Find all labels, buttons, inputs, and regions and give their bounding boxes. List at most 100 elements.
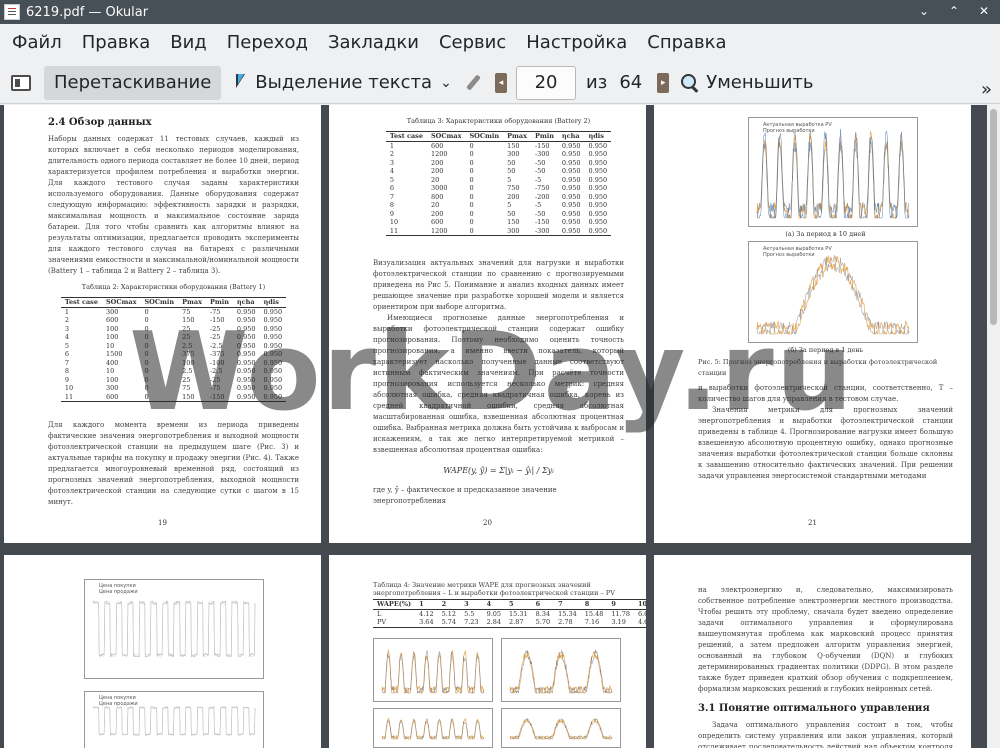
table-cell: 0: [144, 341, 149, 350]
table-cell: 7.16: [580, 618, 608, 628]
table-cell: 11: [385, 226, 427, 236]
menu-help[interactable]: Справка: [637, 24, 736, 62]
table-cell: 0.950: [588, 209, 608, 218]
table-cell: 0: [469, 158, 474, 167]
table-cell: 1: [64, 307, 69, 316]
menu-view[interactable]: Вид: [160, 24, 217, 62]
table-header: SOCmax: [426, 131, 466, 142]
table-header: 6: [531, 599, 555, 610]
table-cell: 6.64: [637, 609, 646, 618]
table-cell: 0: [469, 192, 474, 201]
table-cell: -150: [205, 392, 233, 402]
table-cell: -75: [209, 307, 221, 316]
table-cell: -50: [534, 158, 546, 167]
page-23[interactable]: Таблица 4: Значение метрики WAPE для про…: [329, 555, 646, 748]
table-row: 3 100 0 25 -25 0.950 0.950: [61, 325, 286, 334]
table-cell: -300: [530, 226, 558, 236]
legend-entry: Цена продажи: [99, 589, 138, 595]
page-20[interactable]: Таблица 3: Характеристики оборудования (…: [329, 105, 646, 543]
table-cell: 100: [182, 358, 195, 367]
table-cell: 0: [469, 209, 474, 218]
document-viewport[interactable]: 2.4 Обзор данных Наборы данных содержат …: [0, 105, 987, 748]
table-cell: 0.950: [263, 384, 283, 392]
table-row: L 4.12 5.12 5.5 9.05 15.31 8.34 15.34 15.48 11.78…: [373, 609, 646, 618]
menu-tools[interactable]: Сервис: [429, 24, 516, 62]
maximize-icon[interactable]: ⌃: [946, 3, 962, 19]
table-cell: 6: [64, 350, 69, 358]
table-cell: 200: [430, 209, 444, 218]
menu-settings[interactable]: Настройка: [516, 24, 637, 62]
close-icon[interactable]: ✕: [976, 3, 992, 19]
table-row: 4 100 0 25 -25 0.950 0.950: [61, 333, 286, 342]
table-cell: 600: [101, 392, 141, 402]
table-cell: 0: [469, 141, 474, 150]
toolbar-overflow-button[interactable]: »: [981, 72, 992, 106]
table-row: 4 200 0 50 -50 0.950 0.950: [386, 167, 611, 176]
table-cell: 5.5: [464, 609, 475, 618]
table-cell: L: [377, 609, 382, 618]
page-21[interactable]: Актуальная выработка PV Прогноз выработк…: [654, 105, 971, 543]
minimize-icon[interactable]: ⌄: [916, 3, 932, 19]
table-cell: 5: [389, 175, 394, 184]
table-row: 10 600 0 150 -150 0.950 0.950: [386, 218, 611, 227]
table-cell: 0: [469, 201, 474, 209]
table-cell: -5: [534, 201, 542, 209]
zoom-out-button[interactable]: Уменьшить: [680, 66, 814, 100]
table-cell: 10: [105, 341, 115, 350]
legend-entry: Цена продажи: [99, 701, 138, 707]
table-cell: 11.78: [611, 609, 630, 618]
table-header: Pmax: [503, 131, 531, 142]
table-cell: 600: [430, 141, 444, 150]
browse-tool-button[interactable]: Перетаскивание: [44, 65, 222, 100]
annotations-button[interactable]: [460, 66, 486, 100]
table-cell: 0: [144, 307, 149, 316]
table-row: 6 1500 0 375 -375 0.950 0.950: [61, 350, 286, 359]
next-page-button[interactable]: ▸: [656, 66, 670, 100]
previous-page-icon: ◂: [495, 72, 508, 93]
text-selection-tool-button[interactable]: Выделение текста: [231, 66, 436, 100]
menu-edit[interactable]: Правка: [72, 24, 161, 62]
page-24[interactable]: на электроэнергию и, следовательно, макс…: [654, 555, 971, 748]
table-cell: 20: [430, 201, 440, 209]
selection-tools-dropdown[interactable]: ⌄: [438, 66, 454, 100]
table-header: SOCmax: [101, 297, 141, 308]
menu-go[interactable]: Переход: [217, 24, 318, 62]
table-cell: 25: [182, 324, 191, 333]
section-heading: 3.1 Понятие оптимального управления: [698, 703, 930, 714]
table-header: 10: [633, 599, 646, 610]
pv-forecast-chart: [501, 637, 621, 702]
page-number-input[interactable]: [516, 65, 577, 100]
vertical-scrollbar[interactable]: [987, 105, 1000, 748]
cursor-icon: [235, 73, 249, 93]
table-cell: 2.5: [182, 341, 193, 350]
table-cell: 2.87: [505, 618, 532, 628]
menu-bookmarks[interactable]: Закладки: [318, 24, 429, 62]
table-cell: -50: [534, 167, 546, 175]
menu-file[interactable]: Файл: [2, 24, 72, 62]
table-header: WAPE(%): [373, 599, 416, 610]
window-title: 6219.pdf — Okular: [26, 4, 149, 20]
table-row: 11 1200 0 300 -300 0.950 0.950: [385, 226, 612, 236]
page-22[interactable]: Цена покупки Цена продажи Цена покупки Ц…: [4, 555, 321, 748]
text-selection-label: Выделение текста: [255, 72, 433, 93]
table-cell: 0: [144, 358, 149, 367]
table-cell: 0.950: [561, 150, 581, 158]
previous-page-button[interactable]: ◂: [494, 66, 508, 100]
table-cell: 0.950: [263, 333, 283, 341]
table-cell: 15.48: [584, 609, 604, 618]
page-19[interactable]: 2.4 Обзор данных Наборы данных содержат …: [4, 105, 321, 543]
table-row: 9 100 0 25 -25 0.950 0.950: [61, 376, 286, 385]
paragraph: на электроэнергию и, следовательно, макс…: [698, 586, 953, 693]
table-cell: -150: [209, 316, 225, 324]
table-cell: PV: [373, 618, 416, 628]
table-header: 9: [607, 599, 634, 610]
table-cell: 0: [144, 375, 149, 384]
browse-tool-label: Перетаскивание: [54, 72, 212, 93]
sidebar-toggle-button[interactable]: [6, 66, 36, 100]
table-cell: 0.950: [588, 150, 608, 158]
table-cell: 0.950: [561, 141, 581, 150]
table-cell: 9: [64, 375, 69, 384]
scrollbar-thumb[interactable]: [990, 109, 997, 325]
table-row: 8 20 0 5 -5 0.950 0.950: [386, 201, 611, 210]
table-cell: 0.950: [588, 192, 608, 201]
